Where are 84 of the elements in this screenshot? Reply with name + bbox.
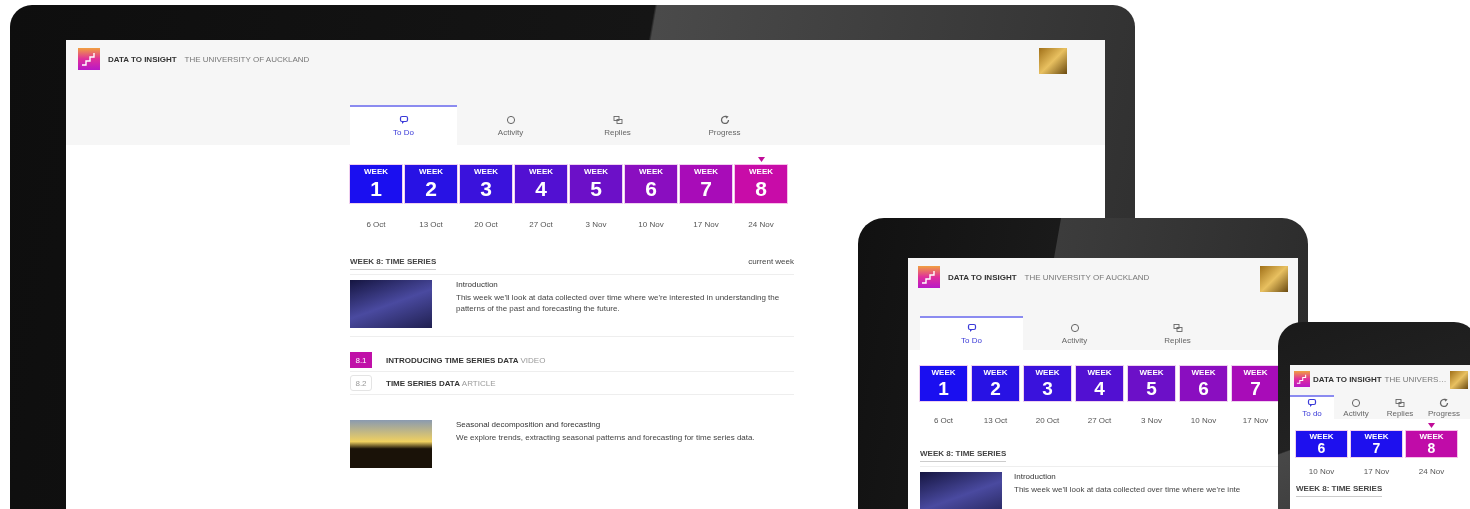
week-button[interactable]: WEEK 6 [1296,431,1347,457]
week-button[interactable]: WEEK 1 [350,165,402,203]
tab[interactable]: Progress [671,105,778,145]
tab[interactable]: Activity [457,105,564,145]
lesson-description: This week we'll look at data collected over time where we're inte [1014,484,1241,495]
week-button[interactable]: WEEK 4 [515,165,567,203]
chat-bubble-icon [966,323,977,333]
tab[interactable]: To Do [350,105,457,145]
speech-bubbles-icon [612,115,623,125]
lesson-description: This week we'll look at data collected over time where we're interested in understanding the patterns of the past and forecasting the future. [456,292,781,314]
lesson-description: We explore trends, extracting seasonal patterns and forecasting for time series data. [456,432,756,443]
circle-icon [1351,398,1361,408]
university-name: THE UNIVERSITY OF AUCKLAND [1024,272,1150,282]
tab[interactable]: Progress [1422,395,1466,419]
speech-bubbles-icon [1395,398,1405,408]
step-number: 8.2 [350,375,372,391]
week-button[interactable]: WEEK 6 [625,165,677,203]
tab[interactable]: To do [1290,395,1334,419]
step-link[interactable]: INTRODUCING TIME SERIES DATA VIDEO [386,355,546,365]
tab[interactable]: Activity [1023,316,1126,350]
avatar-photo[interactable] [1450,371,1468,389]
week-date: 13 Oct [419,220,443,229]
tab[interactable]: Replies [564,105,671,145]
speech-bubbles-icon [1172,323,1183,333]
tab[interactable]: To Do [920,316,1023,350]
tab[interactable]: Replies [1378,395,1422,419]
refresh-icon [1439,398,1449,408]
site-title: DATA TO INSIGHT [1313,374,1382,384]
week-button[interactable]: WEEK 4 [1076,366,1123,401]
stairs-logo-icon [1294,371,1310,387]
week-date: 10 Nov [1190,416,1217,425]
week-button[interactable]: WEEK 3 [1024,366,1071,401]
stairs-logo-icon [918,266,940,288]
week-button[interactable]: WEEK 1 [920,366,967,401]
section-title: WEEK 8: TIME SERIES [1296,484,1383,497]
week-button[interactable]: WEEK 8 [1406,431,1457,457]
week-date: 3 Nov [585,220,607,229]
site-title: DATA TO INSIGHT [108,54,177,64]
week-date: 20 Oct [1035,416,1060,425]
avatar-photo[interactable] [1039,48,1067,74]
university-name: THE UNIVERS… [1384,374,1447,384]
chat-bubble-icon [1307,398,1317,408]
week-button[interactable]: WEEK 5 [570,165,622,203]
week-date: 27 Oct [1087,416,1112,425]
lesson-title: Introduction [456,280,499,289]
week-button[interactable]: WEEK 7 [1232,366,1279,401]
current-week-label: current week [748,257,794,268]
week-button[interactable]: WEEK 6 [1180,366,1227,401]
week-date: 17 Nov [1242,416,1269,425]
section-title: WEEK 8: TIME SERIES [920,449,1007,462]
week-button[interactable]: WEEK 2 [405,165,457,203]
chat-bubble-icon [398,115,409,125]
week-button[interactable]: WEEK 2 [972,366,1019,401]
site-title: DATA TO INSIGHT [948,272,1017,282]
week-date: 17 Nov [1363,467,1390,476]
week-date: 3 Nov [1141,416,1162,425]
week-date: 10 Nov [1308,467,1335,476]
week-date: 17 Nov [693,220,719,229]
step-link[interactable]: TIME SERIES DATA ARTICLE [386,378,496,388]
week-date: 20 Oct [474,220,498,229]
circle-icon [1069,323,1080,333]
week-button[interactable]: WEEK 5 [1128,366,1175,401]
refresh-icon [719,115,730,125]
step-number: 8.1 [350,352,372,368]
week-button[interactable]: WEEK 7 [680,165,732,203]
week-date: 10 Nov [638,220,664,229]
lesson-title: Seasonal decomposition and forecasting [456,420,602,429]
week-button[interactable]: WEEK 3 [460,165,512,203]
section-title: WEEK 8: TIME SERIES [350,257,437,270]
week-date: 27 Oct [529,220,553,229]
week-date: 13 Oct [983,416,1008,425]
week-button[interactable]: WEEK 7 [1351,431,1402,457]
lesson-title: Introduction [1014,472,1057,481]
week-button[interactable]: WEEK 8 [735,165,787,203]
week-date: 24 Nov [748,220,774,229]
week-date: 6 Oct [366,220,386,229]
circle-icon [505,115,516,125]
tab[interactable]: Replies [1126,316,1229,350]
university-name: THE UNIVERSITY OF AUCKLAND [184,54,310,64]
tab[interactable]: Activity [1334,395,1378,419]
avatar-photo[interactable] [1260,266,1288,292]
stairs-logo-icon [78,48,100,70]
week-date: 6 Oct [933,416,954,425]
week-date: 24 Nov [1418,467,1445,476]
